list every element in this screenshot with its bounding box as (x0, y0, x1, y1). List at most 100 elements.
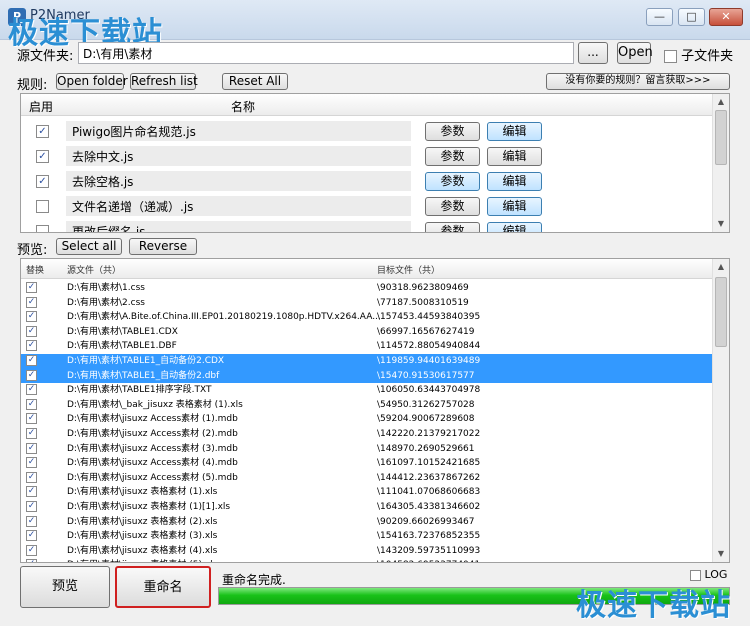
open-folder-button[interactable]: Open folder (56, 73, 128, 90)
refresh-list-button[interactable]: Refresh list (130, 73, 198, 90)
preview-row[interactable]: ✓ D:\有用\素材\jisuxz Access素材 (5).mdb \144412… (21, 471, 713, 486)
rule-row: ✓ Piwigo图片命名规范.js 参数 编辑 (21, 119, 713, 144)
preview-row[interactable]: ✓ D:\有用\素材\jisuxz Access素材 (1).mdb \59204.… (21, 412, 713, 427)
preview-row-checkbox[interactable]: ✓ (26, 340, 37, 352)
preview-row-checkbox[interactable]: ✓ (26, 544, 37, 556)
preview-row[interactable]: ✓ D:\有用\素材\TABLE1排序字段.TXT \106050.63443704… (21, 383, 713, 398)
rule-param-button[interactable]: 参数 (425, 147, 480, 166)
scroll-down-icon[interactable]: ▼ (715, 548, 727, 560)
reset-all-button[interactable]: Reset All (222, 73, 288, 90)
preview-row-checkbox[interactable]: ✓ (26, 457, 37, 469)
scroll-up-icon[interactable]: ▲ (715, 261, 727, 273)
preview-row[interactable]: ✓ D:\有用\素材\jisuxz Access素材 (4).mdb \161097… (21, 456, 713, 471)
preview-row[interactable]: ✓ D:\有用\素材\TABLE1_自动备份2.CDX \119859.944016… (21, 354, 713, 369)
column-source-header: 源文件（共） (67, 266, 122, 276)
rules-label: 规则: (17, 78, 48, 93)
preview-row[interactable]: ✓ D:\有用\素材\jisuxz Access素材 (3).mdb \148970… (21, 442, 713, 457)
rule-enabled-checkbox[interactable]: ✓ (36, 150, 49, 163)
preview-row-checkbox[interactable]: ✓ (26, 325, 37, 337)
preview-row-checkbox[interactable]: ✓ (26, 501, 37, 512)
preview-row-source: D:\有用\素材\TABLE1.CDX (67, 326, 178, 337)
preview-row[interactable]: ✓ D:\有用\素材\1.css \90318.9623809469 (21, 281, 713, 296)
preview-row[interactable]: ✓ D:\有用\素材\TABLE1.CDX \66997.16567627419 (21, 325, 713, 340)
rule-edit-button[interactable]: 编辑 (487, 122, 542, 141)
preview-row-checkbox[interactable]: ✓ (26, 442, 37, 454)
rule-param-button[interactable]: 参数 (425, 122, 480, 141)
preview-row-target: \66997.16567627419 (377, 326, 475, 337)
open-button[interactable]: Open (617, 42, 653, 64)
preview-row[interactable]: ✓ D:\有用\素材\2.css \77187.5008310519 (21, 296, 713, 311)
source-folder-input[interactable]: D:\有用\素材 (78, 42, 574, 64)
rule-enabled-checkbox[interactable]: ✓ (36, 125, 49, 138)
preview-row[interactable]: ✓ D:\有用\素材\jisuxz 表格素材 (4).xls \143209.597… (21, 544, 713, 559)
preview-button[interactable]: 预览 (20, 566, 110, 608)
reverse-button[interactable]: Reverse (129, 238, 197, 255)
preview-row-target: \144412.23637867262 (377, 472, 481, 483)
preview-row-checkbox[interactable]: ✓ (26, 369, 37, 381)
rule-param-button[interactable]: 参数 (425, 222, 480, 232)
rule-row: 文件名递增（递减）.js 参数 编辑 (21, 194, 713, 219)
preview-row-checkbox[interactable]: ✓ (26, 515, 37, 527)
preview-row[interactable]: ✓ D:\有用\素材\jisuxz 表格素材 (1).xls \111041.070… (21, 485, 713, 500)
preview-row-target: \114572.88054940844 (377, 341, 481, 352)
rule-row: ✓ 去除空格.js 参数 编辑 (21, 169, 713, 194)
preview-row-checkbox[interactable]: ✓ (26, 355, 37, 366)
rule-edit-button[interactable]: 编辑 (487, 172, 542, 191)
subfolder-option[interactable]: 子文件夹 (664, 45, 733, 64)
preview-row[interactable]: ✓ D:\有用\素材\jisuxz 表格素材 (5).xls \104582.695… (21, 558, 713, 562)
scroll-thumb[interactable] (715, 110, 727, 165)
rule-param-button[interactable]: 参数 (425, 197, 480, 216)
preview-row[interactable]: ✓ D:\有用\素材\jisuxz 表格素材 (1)[1].xls \164305.… (21, 500, 713, 515)
rules-scrollbar[interactable]: ▲ ▼ (712, 94, 729, 232)
preview-row-checkbox[interactable]: ✓ (26, 398, 37, 410)
column-name-header: 名称 (231, 100, 256, 114)
preview-scrollbar[interactable]: ▲ ▼ (712, 259, 729, 562)
preview-row-checkbox[interactable]: ✓ (26, 530, 37, 542)
preview-row[interactable]: ✓ D:\有用\素材\_bak_jisuxz 表格素材 (1).xls \54950… (21, 398, 713, 413)
preview-row-target: \111041.07068606683 (377, 487, 481, 498)
browse-button[interactable]: ... (578, 42, 608, 64)
preview-row-checkbox[interactable]: ✓ (26, 559, 37, 562)
close-button[interactable]: ✕ (709, 8, 743, 26)
rule-enabled-checkbox[interactable] (36, 225, 49, 232)
select-all-button[interactable]: Select all (56, 238, 122, 255)
log-checkbox[interactable] (690, 569, 701, 581)
preview-row-checkbox[interactable]: ✓ (26, 428, 37, 439)
preview-row[interactable]: ✓ D:\有用\素材\jisuxz 表格素材 (2).xls \90209.6602… (21, 515, 713, 530)
preview-row-checkbox[interactable]: ✓ (26, 282, 37, 293)
preview-row-source: D:\有用\素材\A.Bite.of.China.III.EP01.201802… (67, 312, 381, 323)
preview-row[interactable]: ✓ D:\有用\素材\jisuxz Access素材 (2).mdb \142220… (21, 427, 713, 442)
preview-row-checkbox[interactable]: ✓ (26, 384, 37, 396)
rule-name: 去除中文.js (66, 146, 411, 166)
preview-row-source: D:\有用\素材\jisuxz Access素材 (4).mdb (67, 458, 238, 469)
scroll-down-icon[interactable]: ▼ (715, 218, 727, 230)
rule-param-button[interactable]: 参数 (425, 172, 480, 191)
preview-row-checkbox[interactable]: ✓ (26, 413, 37, 425)
rule-edit-button[interactable]: 编辑 (487, 222, 542, 232)
preview-row[interactable]: ✓ D:\有用\素材\jisuxz 表格素材 (3).xls \154163.723… (21, 529, 713, 544)
preview-row[interactable]: ✓ D:\有用\素材\A.Bite.of.China.III.EP01.20180… (21, 310, 713, 325)
preview-row-checkbox[interactable]: ✓ (26, 311, 37, 323)
scroll-up-icon[interactable]: ▲ (715, 96, 727, 108)
preview-row-checkbox[interactable]: ✓ (26, 296, 37, 308)
rule-enabled-checkbox[interactable]: ✓ (36, 175, 49, 188)
rule-edit-button[interactable]: 编辑 (487, 197, 542, 216)
preview-row-source: D:\有用\素材\jisuxz Access素材 (1).mdb (67, 414, 238, 425)
column-target-header: 目标文件（共） (377, 266, 441, 276)
rule-enabled-checkbox[interactable] (36, 200, 49, 213)
preview-row-target: \54950.31262757028 (377, 399, 475, 410)
preview-row-target: \148970.2690529661 (377, 443, 475, 454)
rule-edit-button[interactable]: 编辑 (487, 147, 542, 166)
preview-row-target: \142220.21379217022 (377, 429, 481, 439)
subfolder-checkbox[interactable] (664, 50, 677, 63)
preview-row-checkbox[interactable]: ✓ (26, 471, 37, 483)
rename-button[interactable]: 重命名 (115, 566, 211, 608)
preview-row[interactable]: ✓ D:\有用\素材\TABLE1_自动备份2.dbf \15470.9153061… (21, 368, 713, 384)
maximize-button[interactable]: □ (678, 8, 705, 26)
rule-name: 更改后缀名.js (66, 221, 411, 232)
minimize-button[interactable]: — (646, 8, 673, 26)
scroll-thumb[interactable] (715, 277, 727, 347)
preview-row-checkbox[interactable]: ✓ (26, 486, 37, 498)
preview-row[interactable]: ✓ D:\有用\素材\TABLE1.DBF \114572.88054940844 (21, 339, 713, 354)
more-rules-link[interactable]: 没有你要的规则？留言获取>>> (546, 73, 730, 90)
